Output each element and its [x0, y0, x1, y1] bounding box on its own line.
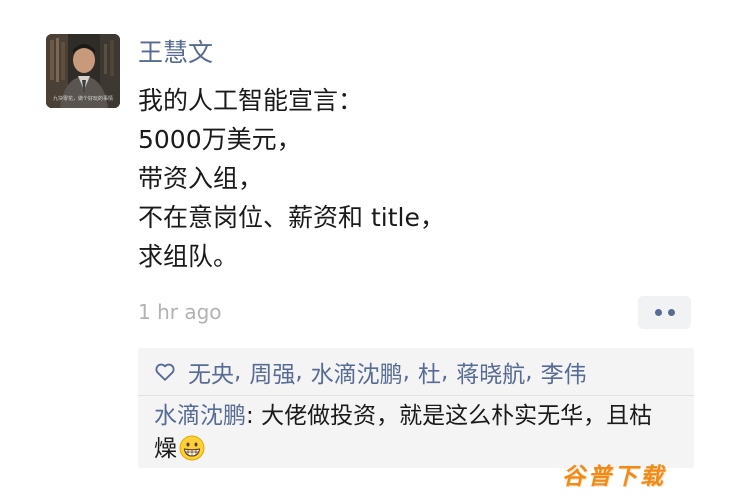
more-dot-icon — [654, 309, 662, 316]
likes-row: 无央, 周强, 水滴沈鹏, 杜, 蒋晓航, 李伟 — [154, 354, 587, 390]
like-user[interactable]: 周强 — [249, 355, 295, 389]
like-user[interactable]: 蒋晓航 — [456, 355, 525, 389]
likes-comments-panel: 无央, 周强, 水滴沈鹏, 杜, 蒋晓航, 李伟 水滴沈鹏: 大佬做投资，就是这… — [138, 348, 694, 468]
like-separator: , — [525, 359, 533, 385]
like-user[interactable]: 水滴沈鹏 — [311, 355, 403, 389]
like-user[interactable]: 李伟 — [541, 355, 587, 389]
post-timestamp: 1 hr ago — [138, 300, 222, 324]
post-line: 不在意岗位、薪资和 title， — [138, 203, 445, 232]
post-line: 5000万美元， — [138, 125, 302, 154]
like-user[interactable]: 无央 — [188, 355, 234, 389]
watermark-logo: 谷普下载 — [562, 464, 666, 490]
more-options-button[interactable] — [638, 296, 691, 329]
like-separator: , — [234, 359, 242, 385]
author-name[interactable]: 王慧文 — [138, 36, 213, 70]
more-dot-icon — [667, 309, 675, 316]
grinning-face-icon — [179, 435, 205, 461]
like-separator: , — [402, 359, 410, 385]
comment-author[interactable]: 水滴沈鹏 — [154, 403, 246, 429]
post-line: 带资入组， — [138, 164, 264, 193]
comment-separator: : — [246, 403, 262, 429]
post-line: 我的人工智能宣言： — [138, 86, 364, 115]
post-line: 求组队。 — [138, 242, 239, 271]
like-user[interactable]: 杜 — [418, 355, 441, 389]
like-separator: , — [295, 359, 303, 385]
divider — [138, 395, 694, 396]
heart-outline-icon — [155, 363, 175, 381]
post-text: 我的人工智能宣言： 5000万美元， 带资入组， 不在意岗位、薪资和 title… — [138, 81, 698, 276]
avatar[interactable]: 九块零花，做个好玩的事情 — [46, 34, 120, 108]
avatar-caption: 九块零花，做个好玩的事情 — [52, 96, 113, 102]
like-separator: , — [440, 359, 449, 385]
